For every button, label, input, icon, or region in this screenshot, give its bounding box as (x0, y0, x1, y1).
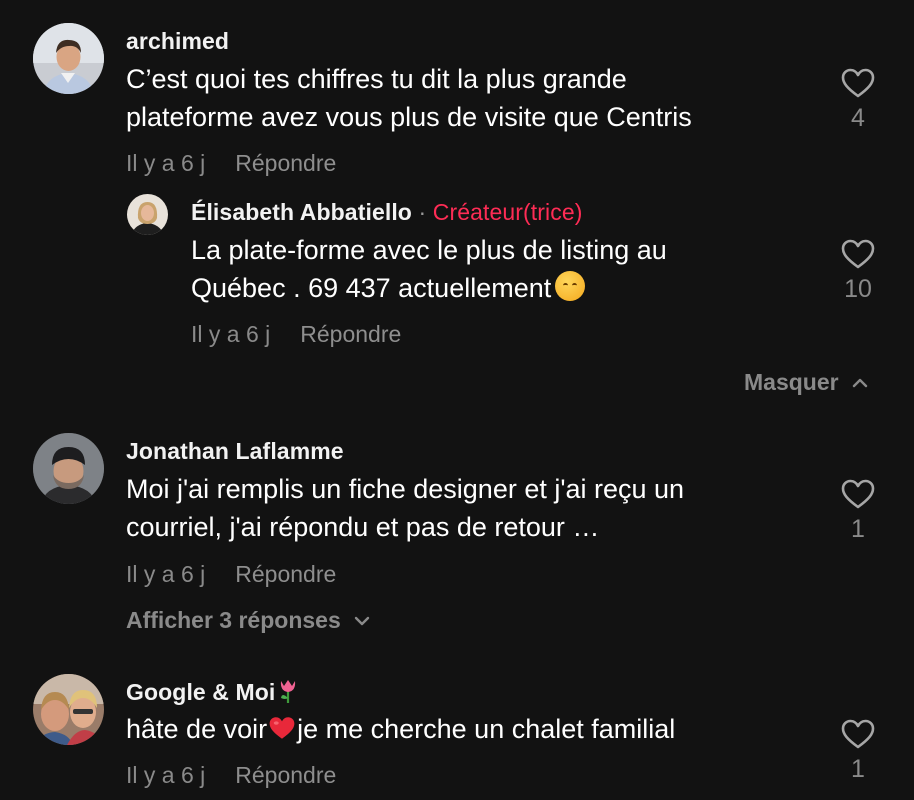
separator-dot: · (418, 199, 427, 225)
reply-button[interactable]: Répondre (235, 150, 336, 176)
comment-meta: Il y a 6 j Répondre (126, 150, 336, 177)
heart-icon (841, 239, 875, 269)
comment-meta: Il y a 6 j Répondre (126, 762, 336, 789)
comment-text: Moi j'ai remplis un fiche designer et j'… (126, 470, 684, 546)
comment-username-line: Google & Moi (126, 678, 299, 706)
man-beanie-avatar (33, 433, 104, 504)
like-count: 1 (851, 515, 865, 543)
hugging-face-emoji-icon (555, 271, 586, 301)
comment-text-segment: je me cherche un chalet familial (297, 714, 676, 744)
reply-button[interactable]: Répondre (235, 561, 336, 587)
comment-text-segment: hâte de voir (126, 714, 268, 744)
red-heart-emoji-icon (269, 717, 295, 739)
heart-icon (841, 719, 875, 749)
comment-timestamp: Il y a 6 j (191, 321, 271, 347)
user-avatar[interactable] (33, 433, 104, 504)
two-women-avatar (33, 674, 104, 745)
user-avatar[interactable] (127, 194, 168, 235)
comment-text-segment: Québec . 69 437 actuellement (191, 273, 552, 303)
comment-timestamp: Il y a 6 j (126, 762, 206, 788)
tulip-emoji-icon (281, 680, 296, 703)
heart-icon (841, 68, 875, 98)
comment-username[interactable]: archimed (126, 28, 229, 55)
reply-username[interactable]: Élisabeth Abbatiello (191, 199, 412, 225)
reply-button[interactable]: Répondre (300, 321, 401, 347)
creator-badge: Créateur(trice) (432, 199, 583, 225)
comment-username-line: Élisabeth Abbatiello · Créateur(trice) (191, 199, 583, 226)
comment-meta: Il y a 6 j Répondre (191, 321, 401, 348)
like-button[interactable]: 1 (828, 479, 888, 544)
man-portrait-avatar (33, 23, 104, 94)
comment-meta: Il y a 6 j Répondre (126, 561, 336, 588)
comment-username[interactable]: Jonathan Laflamme (126, 438, 344, 465)
comment-text: C’est quoi tes chiffres tu dit la plus g… (126, 60, 692, 136)
comment-timestamp: Il y a 6 j (126, 561, 206, 587)
user-avatar[interactable] (33, 674, 104, 745)
comment-text-line: Moi j'ai remplis un fiche designer et j'… (126, 474, 685, 504)
hide-replies-label: Masquer (744, 369, 839, 395)
comment-username[interactable]: Google & Moi (126, 679, 275, 705)
chevron-down-icon (354, 616, 369, 625)
reply-button[interactable]: Répondre (235, 762, 336, 788)
user-avatar[interactable] (33, 23, 104, 94)
chevron-up-icon (852, 378, 867, 387)
woman-portrait-avatar (127, 194, 168, 235)
comment-text: La plate-forme avec le plus de listing a… (191, 231, 667, 307)
like-count: 10 (844, 275, 872, 303)
show-replies-label: Afficher 3 réponses (126, 607, 341, 633)
comment-text: hâte de voir je me cherche un chalet fam… (126, 710, 675, 748)
comment-text-line: courriel, j'ai répondu et pas de retour … (126, 512, 600, 542)
comment-text-line: La plate-forme avec le plus de listing a… (191, 235, 667, 265)
show-replies-button[interactable]: Afficher 3 réponses (126, 607, 371, 634)
like-button[interactable]: 10 (828, 239, 888, 304)
comment-timestamp: Il y a 6 j (126, 150, 206, 176)
like-count: 4 (851, 104, 865, 132)
heart-icon (841, 479, 875, 509)
like-button[interactable]: 4 (828, 68, 888, 133)
comment-text-line: plateforme avez vous plus de visite que … (126, 102, 692, 132)
like-count: 1 (851, 755, 865, 783)
like-button[interactable]: 1 (828, 719, 888, 784)
comment-text-line: C’est quoi tes chiffres tu dit la plus g… (126, 64, 627, 94)
comments-panel: archimed C’est quoi tes chiffres tu dit … (0, 0, 914, 800)
comment-text-line-with-emoji: Québec . 69 437 actuellement (191, 269, 667, 307)
hide-replies-button[interactable]: Masquer (744, 369, 869, 396)
